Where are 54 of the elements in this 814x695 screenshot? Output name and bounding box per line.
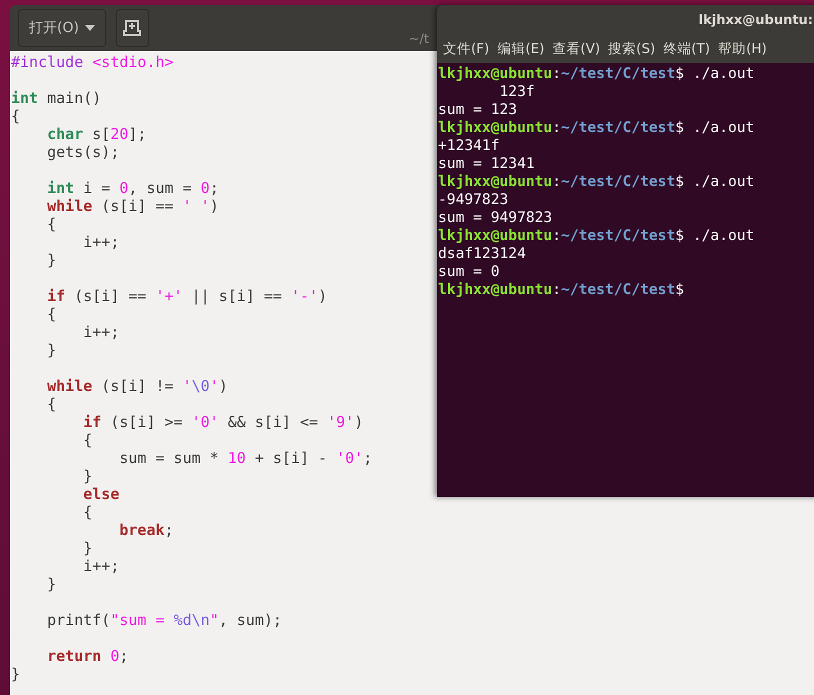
terminal-output: -9497823: [438, 191, 508, 209]
code-line: break;: [118, 521, 174, 539]
code-line: {: [46, 395, 56, 413]
terminal-prompt: lkjhxx@ubuntu:~/test/C/test$: [438, 281, 684, 299]
code-line: sum = sum * 10 + s[i] - '0';: [118, 449, 372, 467]
caret-icon: [84, 25, 95, 31]
code-line: i++;: [82, 233, 120, 251]
code-line: while (s[i] == ' '): [46, 197, 219, 215]
terminal-output: 123f: [498, 83, 535, 101]
window-title: lkjhxx@ubuntu:: [698, 12, 813, 28]
terminal-prompt: lkjhxx@ubuntu:~/test/C/test$ ./a.out: [438, 65, 754, 83]
code-line: {: [46, 305, 56, 323]
menu-item[interactable]: 文件(F): [441, 40, 496, 58]
code-line: i++;: [82, 557, 120, 575]
terminal-prompt: lkjhxx@ubuntu:~/test/C/test$ ./a.out: [438, 173, 754, 191]
menu-item[interactable]: 搜索(S): [606, 40, 662, 58]
terminal-prompt: lkjhxx@ubuntu:~/test/C/test$ ./a.out: [438, 227, 754, 245]
menu-item[interactable]: 编辑(E): [495, 40, 550, 58]
code-line: }: [46, 341, 56, 359]
code-line: }: [82, 467, 92, 485]
menu-item[interactable]: 终端(T): [661, 40, 716, 58]
menu-item[interactable]: 查看(V): [550, 40, 606, 58]
document-path: ~/t: [408, 32, 429, 46]
code-line: }: [46, 251, 56, 269]
terminal-output: sum = 123: [438, 101, 518, 119]
code-line: return 0;: [46, 647, 128, 665]
code-line: gets(s);: [46, 143, 120, 161]
code-line: }: [11, 665, 20, 683]
menu-item[interactable]: 帮助(H): [716, 40, 773, 58]
code-line: int i = 0, sum = 0;: [46, 179, 219, 197]
terminal-output: sum = 12341: [438, 155, 535, 173]
code-line: else: [82, 485, 120, 503]
code-line: }: [46, 575, 56, 593]
code-line: #include <stdio.h>: [11, 53, 174, 71]
new-document-icon: [123, 20, 142, 36]
code-line: while (s[i] != '\0'): [46, 377, 228, 395]
new-document-button[interactable]: [116, 9, 149, 47]
code-line: }: [82, 539, 92, 557]
code-line: if (s[i] >= '0' && s[i] <= '9'): [82, 413, 364, 431]
code-line: {: [11, 107, 20, 125]
terminal-output: dsaf123124: [438, 245, 526, 263]
code-line: if (s[i] == '+' || s[i] == '-'): [46, 287, 328, 305]
code-line: char s[20];: [46, 125, 146, 143]
code-line: {: [82, 431, 92, 449]
terminal-prompt: lkjhxx@ubuntu:~/test/C/test$ ./a.out: [438, 119, 754, 137]
code-line: {: [46, 215, 56, 233]
code-line: printf("sum = %d\n", sum);: [46, 611, 282, 629]
terminal-output: sum = 0: [438, 263, 500, 281]
terminal-output: +12341f: [438, 137, 500, 155]
code-line: int main(): [11, 89, 102, 107]
open-button[interactable]: 打开(O): [18, 9, 106, 47]
terminal-output: sum = 9497823: [438, 209, 552, 227]
code-line: i++;: [82, 323, 120, 341]
code-line: {: [82, 503, 92, 521]
